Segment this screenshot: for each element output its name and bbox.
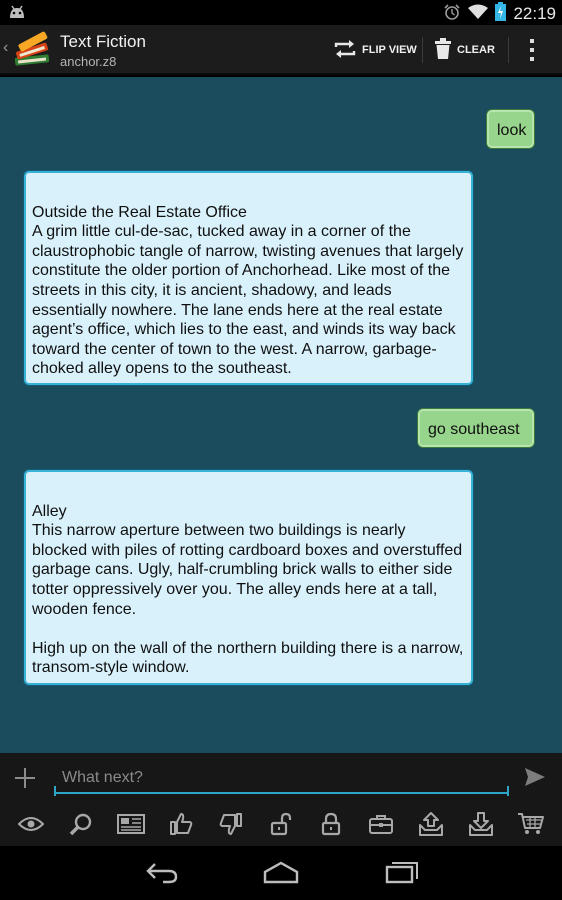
- app-title: Text Fiction: [60, 32, 146, 51]
- back-icon[interactable]: [145, 860, 179, 889]
- send-icon[interactable]: [524, 767, 546, 792]
- up-caret-icon[interactable]: ‹: [3, 39, 8, 57]
- action-divider: [422, 37, 423, 63]
- transcript-area[interactable]: look Outside the Real Estate Office A gr…: [0, 77, 562, 753]
- unlock-icon[interactable]: [261, 806, 301, 842]
- command-input-bar: [0, 753, 562, 801]
- pick-up-icon[interactable]: [461, 806, 501, 842]
- status-time: 22:19: [513, 4, 556, 23]
- wifi-icon: [468, 4, 489, 25]
- trash-can-icon: [434, 37, 452, 63]
- story-response-bubble: Alley This narrow aperture between two b…: [24, 470, 473, 685]
- command-shortcut-bar: [0, 801, 562, 846]
- system-navigation-bar: [0, 846, 562, 900]
- inventory-case-icon[interactable]: [361, 806, 401, 842]
- battery-charging-icon: [495, 2, 507, 26]
- app-logo-books-icon[interactable]: [12, 31, 52, 74]
- home-icon[interactable]: [263, 860, 299, 889]
- story-response-bubble: Outside the Real Estate Office A grim li…: [24, 171, 473, 385]
- clear-button[interactable]: CLEAR: [434, 25, 495, 75]
- overflow-menu-icon[interactable]: [524, 39, 540, 61]
- search-magnifier-icon[interactable]: [61, 806, 101, 842]
- action-bar: ‹ Text Fiction anchor.z8 FLIP VIEW CLEAR: [0, 25, 562, 75]
- status-bar: 22:19: [0, 0, 562, 25]
- user-command-bubble: go southeast: [418, 409, 534, 447]
- action-divider: [508, 37, 509, 63]
- command-input[interactable]: [54, 764, 509, 794]
- lock-icon[interactable]: [311, 806, 351, 842]
- put-down-icon[interactable]: [411, 806, 451, 842]
- shopping-cart-icon[interactable]: [511, 806, 551, 842]
- story-file-name: anchor.z8: [60, 54, 117, 69]
- flip-view-button[interactable]: FLIP VIEW: [333, 25, 417, 75]
- look-eye-icon[interactable]: [11, 806, 51, 842]
- flip-view-label: FLIP VIEW: [362, 44, 417, 56]
- alarm-icon: [443, 3, 461, 26]
- flip-arrows-icon: [333, 39, 357, 62]
- read-newspaper-icon[interactable]: [111, 806, 151, 842]
- recent-apps-icon[interactable]: [385, 860, 419, 889]
- plus-icon[interactable]: [13, 766, 37, 790]
- clear-label: CLEAR: [457, 44, 495, 56]
- thumbs-down-icon[interactable]: [211, 806, 251, 842]
- android-notification-icon: [8, 5, 26, 24]
- thumbs-up-icon[interactable]: [161, 806, 201, 842]
- user-command-bubble: look: [487, 110, 534, 148]
